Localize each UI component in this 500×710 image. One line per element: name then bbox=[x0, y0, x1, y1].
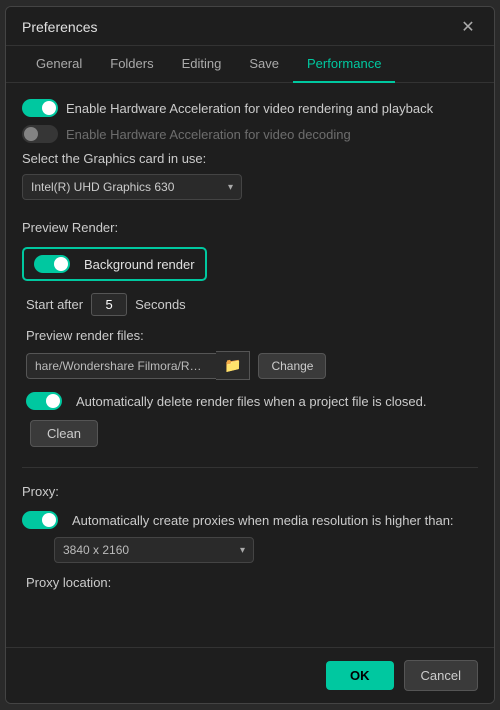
preview-render-label: Preview Render: bbox=[22, 220, 478, 235]
hw-accel-row: Enable Hardware Acceleration for video r… bbox=[22, 99, 478, 117]
preferences-dialog: Preferences ✕ General Folders Editing Sa… bbox=[5, 6, 495, 704]
render-path-display: hare/Wondershare Filmora/Render bbox=[26, 353, 216, 379]
change-button[interactable]: Change bbox=[258, 353, 326, 379]
bg-render-label: Background render bbox=[84, 257, 195, 272]
tab-editing[interactable]: Editing bbox=[168, 46, 236, 83]
folder-icon: 📁 bbox=[224, 357, 241, 373]
content-area: Enable Hardware Acceleration for video r… bbox=[6, 83, 494, 647]
hw-accel-toggle[interactable] bbox=[22, 99, 58, 117]
auto-proxy-row: Automatically create proxies when media … bbox=[22, 511, 478, 529]
preview-render-section: Preview Render: Background render Start … bbox=[22, 220, 478, 447]
graphics-card-label: Select the Graphics card in use: bbox=[22, 151, 478, 166]
hw-decode-row: Enable Hardware Acceleration for video d… bbox=[22, 125, 478, 143]
auto-proxy-label: Automatically create proxies when media … bbox=[72, 513, 454, 528]
hw-accel-label: Enable Hardware Acceleration for video r… bbox=[66, 101, 433, 116]
ok-button[interactable]: OK bbox=[326, 661, 394, 690]
bg-render-toggle-knob bbox=[54, 257, 68, 271]
chevron-down-icon: ▾ bbox=[228, 182, 233, 193]
render-files-label: Preview render files: bbox=[22, 328, 478, 343]
dialog-title: Preferences bbox=[22, 19, 97, 35]
bg-render-toggle[interactable] bbox=[34, 255, 70, 273]
auto-proxy-toggle[interactable] bbox=[22, 511, 58, 529]
proxy-label: Proxy: bbox=[22, 484, 478, 499]
auto-delete-row: Automatically delete render files when a… bbox=[22, 392, 478, 410]
hw-decode-toggle[interactable] bbox=[22, 125, 58, 143]
auto-delete-label: Automatically delete render files when a… bbox=[76, 394, 426, 409]
chevron-down-icon: ▾ bbox=[240, 545, 245, 556]
graphics-card-dropdown[interactable]: Intel(R) UHD Graphics 630 ▾ bbox=[22, 174, 242, 200]
auto-proxy-toggle-knob bbox=[42, 513, 56, 527]
graphics-card-section: Select the Graphics card in use: Intel(R… bbox=[22, 151, 478, 200]
graphics-card-value: Intel(R) UHD Graphics 630 bbox=[31, 180, 174, 194]
tab-performance[interactable]: Performance bbox=[293, 46, 395, 83]
tab-folders[interactable]: Folders bbox=[96, 46, 167, 83]
proxy-section: Proxy: Automatically create proxies when… bbox=[22, 484, 478, 590]
start-after-label: Start after bbox=[26, 297, 83, 312]
clean-button-row: Clean bbox=[22, 420, 478, 447]
title-bar: Preferences ✕ bbox=[6, 7, 494, 46]
proxy-resolution-value: 3840 x 2160 bbox=[63, 543, 129, 557]
hw-decode-toggle-knob bbox=[24, 127, 38, 141]
folder-browse-button[interactable]: 📁 bbox=[216, 351, 250, 380]
tabs-bar: General Folders Editing Save Performance bbox=[6, 46, 494, 83]
close-button[interactable]: ✕ bbox=[458, 17, 478, 37]
start-after-row: Start after Seconds bbox=[22, 293, 478, 316]
tab-general[interactable]: General bbox=[22, 46, 96, 83]
bg-render-box: Background render bbox=[22, 247, 207, 281]
auto-delete-toggle-knob bbox=[46, 394, 60, 408]
cancel-button[interactable]: Cancel bbox=[404, 660, 478, 691]
hw-accel-toggle-knob bbox=[42, 101, 56, 115]
tab-save[interactable]: Save bbox=[235, 46, 293, 83]
section-divider bbox=[22, 467, 478, 468]
render-path-row: hare/Wondershare Filmora/Render 📁 Change bbox=[22, 351, 478, 380]
seconds-label: Seconds bbox=[135, 297, 186, 312]
proxy-location-label: Proxy location: bbox=[22, 575, 478, 590]
bottom-bar: OK Cancel bbox=[6, 647, 494, 703]
clean-button[interactable]: Clean bbox=[30, 420, 98, 447]
hw-decode-label: Enable Hardware Acceleration for video d… bbox=[66, 127, 351, 142]
proxy-resolution-dropdown[interactable]: 3840 x 2160 ▾ bbox=[54, 537, 254, 563]
auto-delete-toggle[interactable] bbox=[26, 392, 62, 410]
start-after-input[interactable] bbox=[91, 293, 127, 316]
